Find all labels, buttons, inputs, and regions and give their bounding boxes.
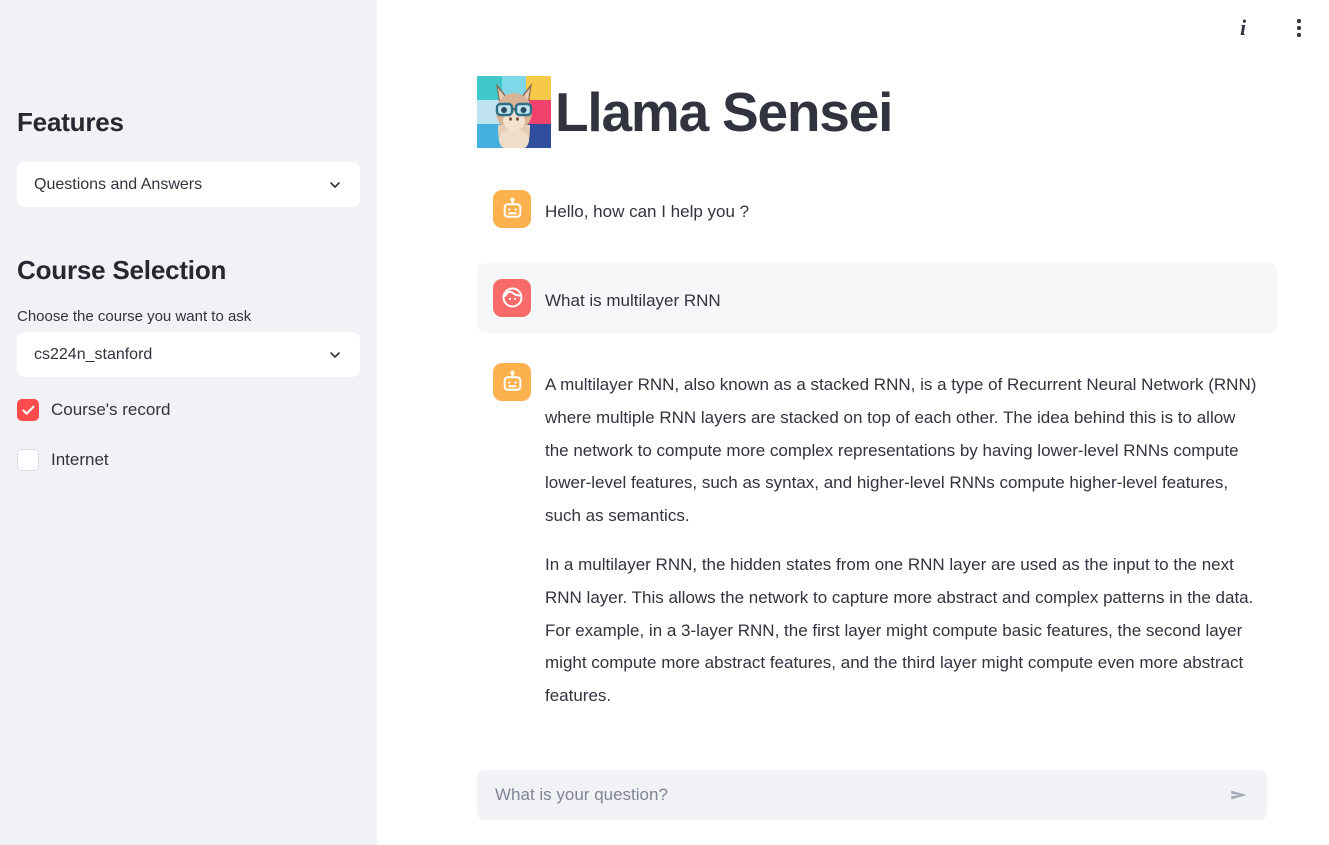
llama-illustration (495, 83, 533, 148)
robot-icon (503, 197, 521, 218)
send-icon (1231, 790, 1247, 800)
check-icon (21, 405, 35, 415)
chevron-down-icon (330, 181, 340, 188)
course-select[interactable]: cs224n_stanford (17, 332, 360, 377)
chat-message-assistant: Hello, how can I help you ? (477, 178, 1277, 245)
sidebar: Features Questions and Answers Course Se… (0, 0, 377, 845)
llama-with-glasses-logo (477, 76, 551, 148)
user-avatar (493, 278, 531, 317)
assistant-avatar (493, 363, 531, 402)
checkbox-internet[interactable]: Internet (17, 449, 360, 471)
checkbox-checked-box[interactable] (17, 399, 39, 421)
assistant-message-text: Hello, how can I help you ? (545, 190, 1261, 229)
page-title: Llama Sensei (555, 80, 893, 143)
chat-message-assistant: A multilayer RNN, also known as a stacke… (477, 347, 1277, 728)
course-select-label: Choose the course you want to ask (17, 308, 252, 325)
message-paragraph: What is multilayer RNN (545, 290, 721, 310)
app-header: Llama Sensei (477, 76, 1277, 148)
checkbox-course-record-label: Course's record (51, 400, 171, 419)
chat-input[interactable] (495, 785, 1213, 805)
dot (1297, 19, 1301, 23)
more-options-icon (1297, 19, 1301, 37)
dot (1297, 26, 1301, 30)
main-panel: i Llama Sensei Hello, how can I help you… (377, 0, 1329, 845)
course-selection-heading: Course Selection (17, 255, 227, 285)
chat-input-bar[interactable] (477, 770, 1267, 820)
chat-thread: Hello, how can I help you ? What is mult… (477, 178, 1277, 729)
assistant-message-text: A multilayer RNN, also known as a stacke… (545, 363, 1261, 712)
send-button[interactable] (1223, 779, 1255, 811)
message-paragraph: In a multilayer RNN, the hidden states f… (545, 555, 1254, 705)
chat-message-user: What is multilayer RNN (477, 262, 1277, 334)
feature-select[interactable]: Questions and Answers (17, 162, 360, 207)
message-paragraph: Hello, how can I help you ? (545, 202, 750, 221)
assistant-avatar (493, 190, 531, 228)
course-select-value: cs224n_stanford (34, 345, 153, 363)
app-root: Features Questions and Answers Course Se… (0, 0, 1329, 845)
user-face-icon (502, 287, 522, 308)
checkbox-unchecked-box[interactable] (17, 449, 39, 471)
robot-icon (503, 370, 521, 391)
dot (1297, 33, 1301, 37)
content-column: Llama Sensei Hello, how can I help you ?… (477, 0, 1277, 845)
more-options-button[interactable] (1285, 14, 1313, 42)
checkbox-course-record[interactable]: Course's record (17, 399, 360, 421)
message-paragraph: A multilayer RNN, also known as a stacke… (545, 375, 1257, 525)
features-heading: Features (17, 107, 124, 137)
chevron-down-icon (330, 351, 340, 358)
feature-select-value: Questions and Answers (34, 175, 203, 193)
checkbox-internet-label: Internet (51, 450, 109, 469)
user-message-text: What is multilayer RNN (545, 279, 1261, 318)
